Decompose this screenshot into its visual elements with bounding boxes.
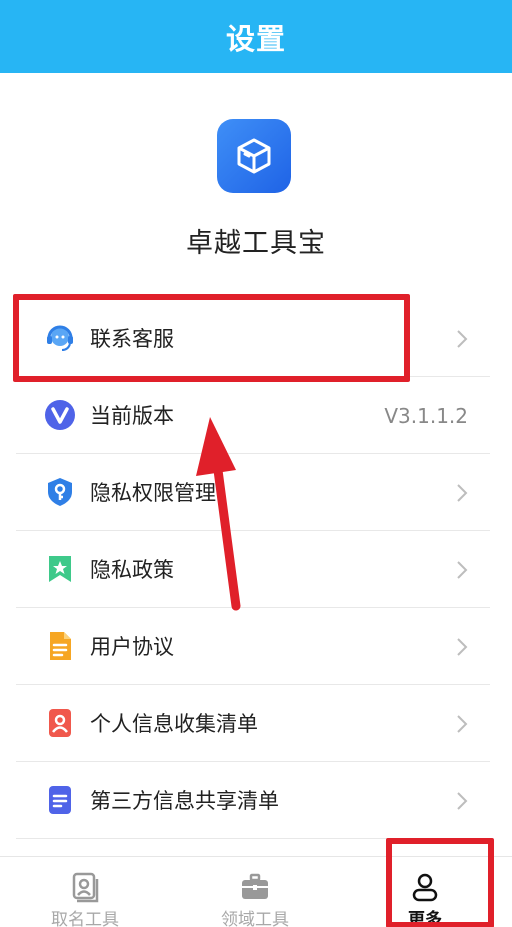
chevron-right-icon [456, 762, 468, 839]
box-app-icon [217, 119, 291, 193]
document-icon [44, 630, 76, 662]
customer-service-icon [44, 322, 76, 354]
menu-item-privacy-permissions[interactable]: 隐私权限管理 [16, 454, 490, 531]
tab-more[interactable]: 更多 [340, 857, 510, 927]
menu-label: 当前版本 [90, 404, 174, 428]
bookmark-star-icon [44, 553, 76, 585]
tab-domain-tool[interactable]: 领域工具 [170, 857, 340, 927]
menu-item-customer-service[interactable]: 联系客服 [16, 300, 490, 377]
tab-label: 领域工具 [221, 910, 289, 927]
chevron-right-icon [456, 454, 468, 531]
menu-label: 个人信息收集清单 [90, 712, 258, 736]
version-icon [44, 399, 76, 431]
list-doc-icon [44, 784, 76, 816]
bottom-tab-bar: 取名工具 领域工具 更多 [0, 856, 512, 927]
tab-label: 更多 [408, 910, 442, 927]
page-title: 设置 [225, 21, 286, 56]
menu-label: 第三方信息共享清单 [90, 789, 279, 813]
version-value: V3.1.1.2 [384, 403, 468, 428]
app-name: 卓越工具宝 [186, 228, 326, 259]
menu-item-personal-info-list[interactable]: 个人信息收集清单 [16, 685, 490, 762]
briefcase-icon [239, 871, 271, 903]
name-tool-icon [69, 871, 101, 903]
chevron-right-icon [456, 531, 468, 608]
menu-item-version[interactable]: 当前版本 V3.1.1.2 [16, 377, 490, 454]
tab-name-tool[interactable]: 取名工具 [0, 857, 170, 927]
menu-label: 隐私政策 [90, 558, 174, 582]
menu-item-privacy-policy[interactable]: 隐私政策 [16, 531, 490, 608]
top-bar: 设置 [0, 0, 512, 73]
settings-menu: 联系客服 当前版本 V3.1.1.2 隐私权限管理 隐私政策 用户协议 个人信息… [16, 300, 490, 839]
user-icon [409, 871, 441, 903]
chevron-right-icon [456, 608, 468, 685]
chevron-right-icon [456, 685, 468, 762]
person-card-icon [44, 707, 76, 739]
tab-label: 取名工具 [51, 910, 119, 927]
menu-item-third-party-sharing[interactable]: 第三方信息共享清单 [16, 762, 490, 839]
menu-label: 隐私权限管理 [90, 481, 216, 505]
menu-label: 用户协议 [90, 635, 174, 659]
app-info: 卓越工具宝 [0, 73, 512, 293]
menu-label: 联系客服 [90, 327, 174, 351]
chevron-right-icon [456, 300, 468, 377]
shield-key-icon [44, 476, 76, 508]
menu-item-user-agreement[interactable]: 用户协议 [16, 608, 490, 685]
